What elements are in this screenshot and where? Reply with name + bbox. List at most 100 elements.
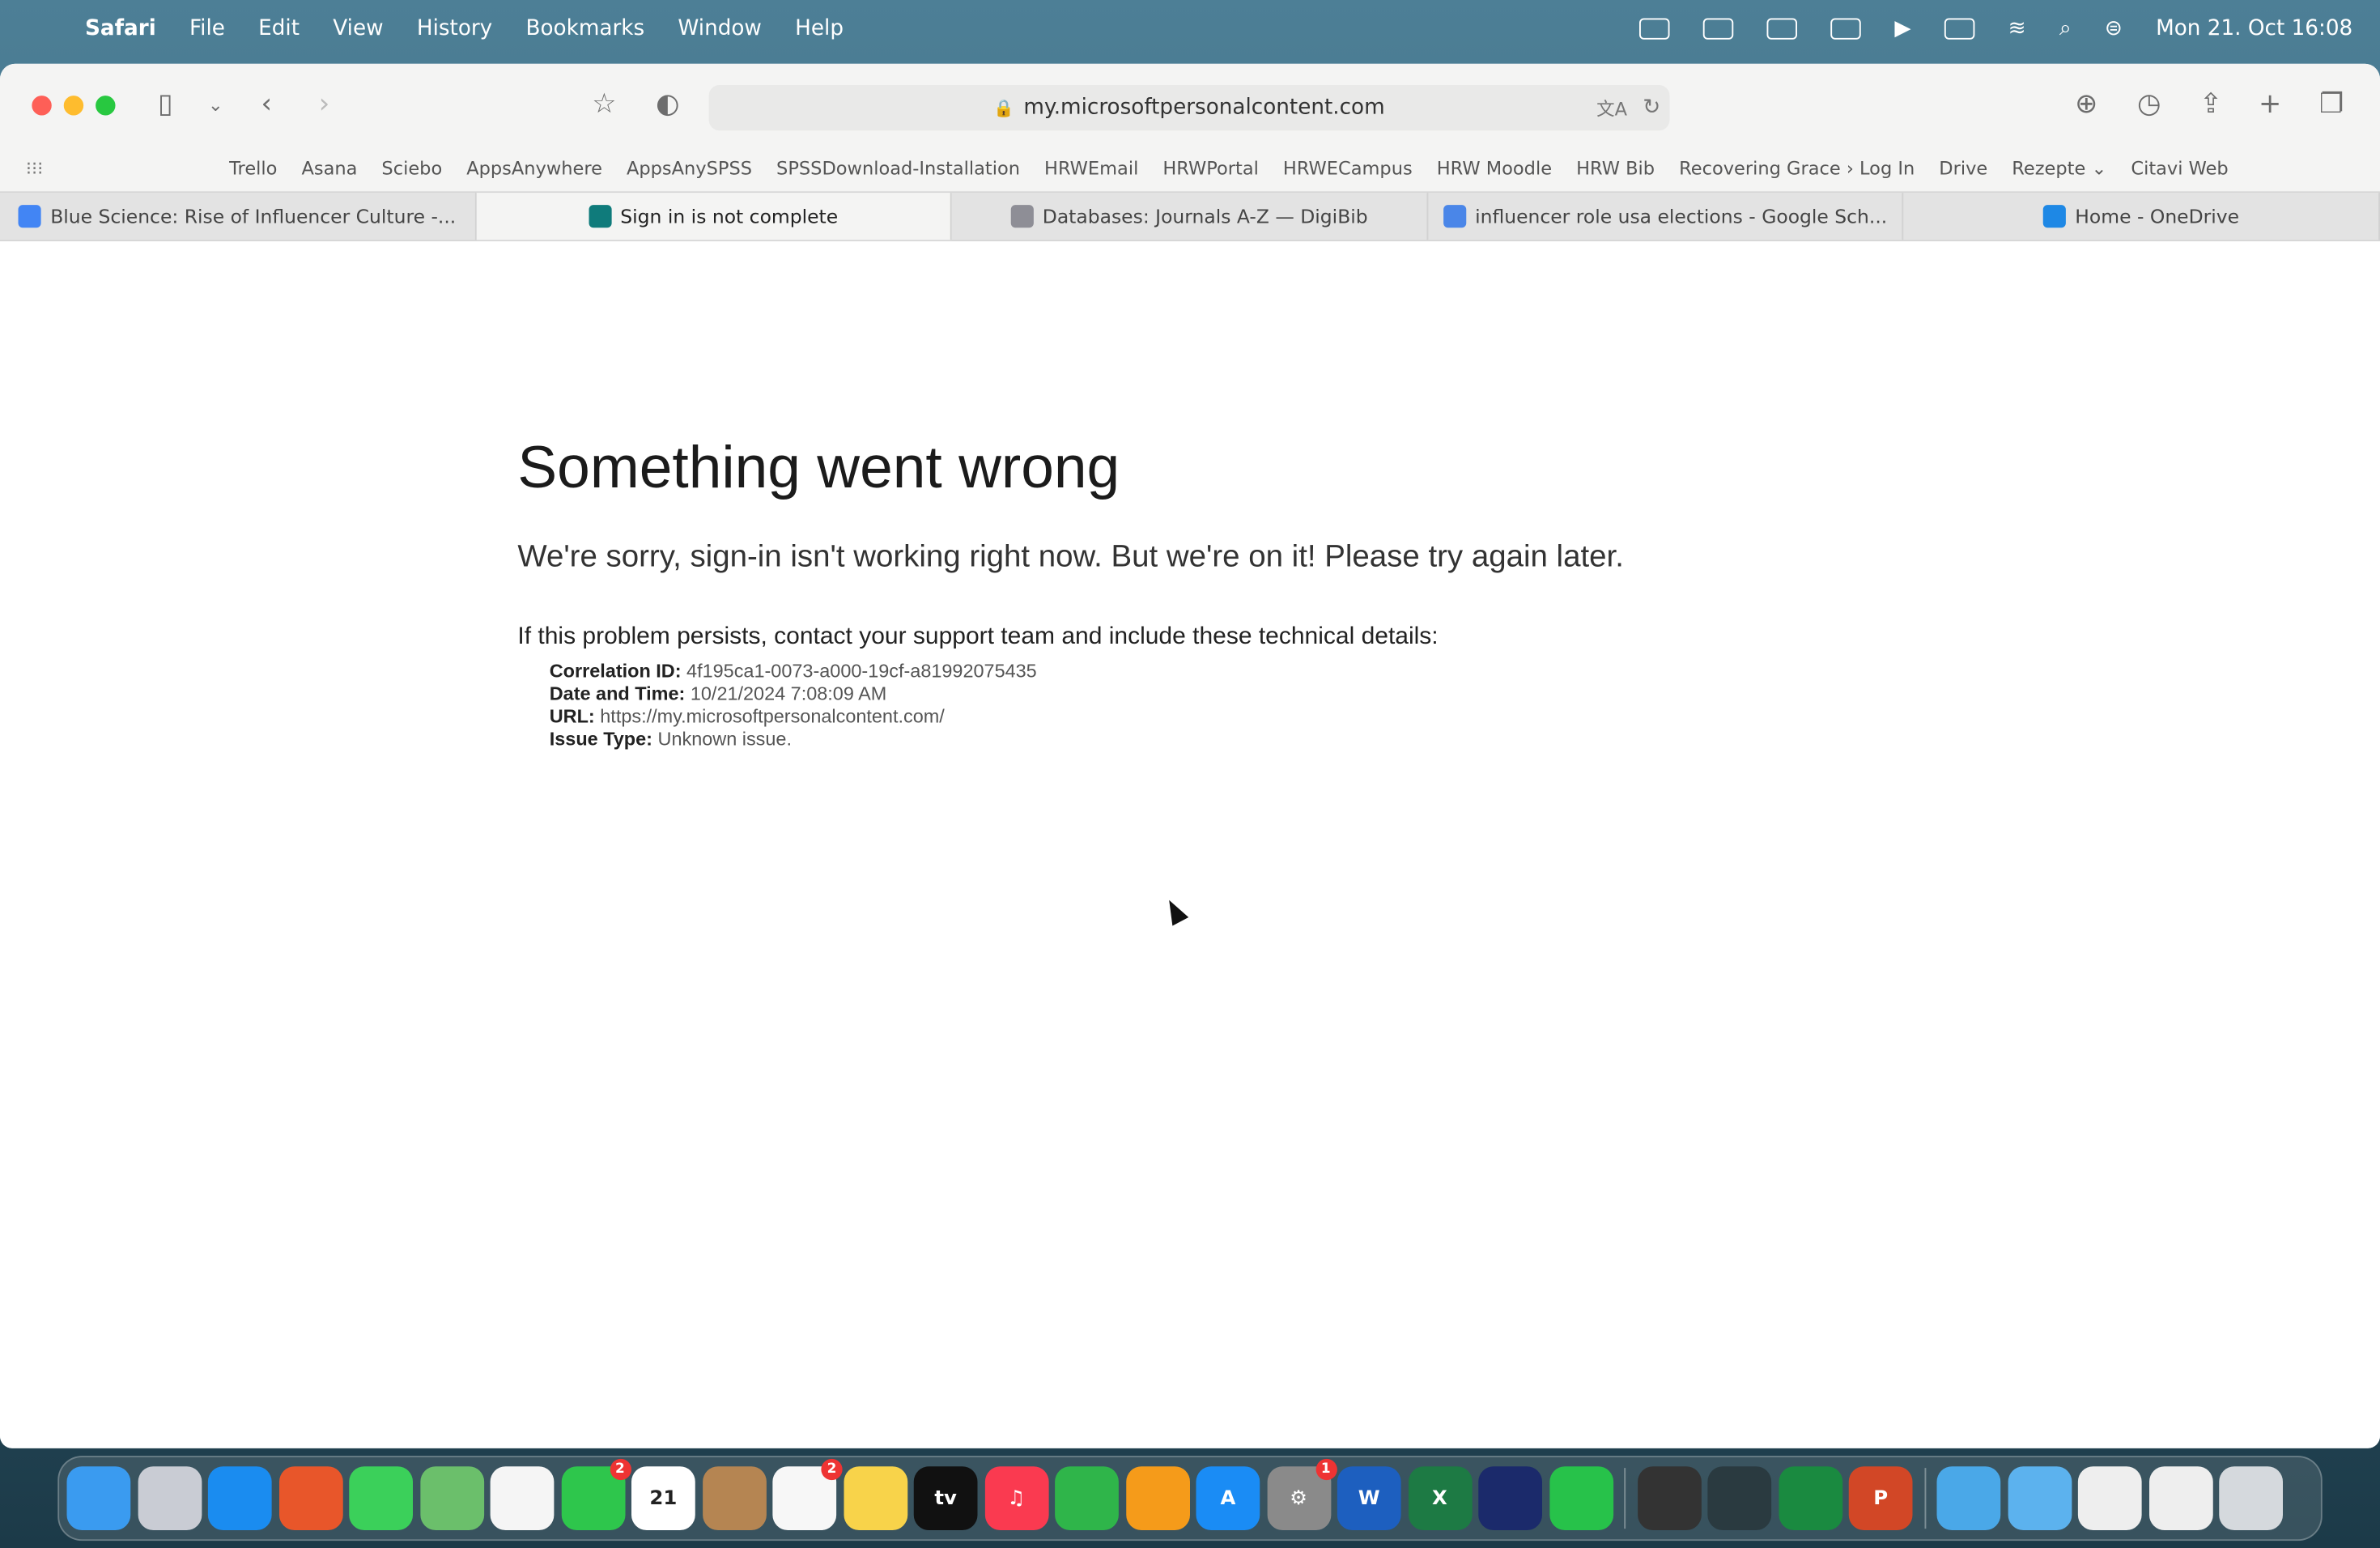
- keychain-icon[interactable]: [1637, 1466, 1701, 1530]
- bookmark-item[interactable]: HRW Bib: [1576, 158, 1655, 179]
- bookmark-item[interactable]: SPSSDownload-Installation: [776, 158, 1020, 179]
- bookmark-item[interactable]: HRWPortal: [1162, 158, 1259, 179]
- bookmark-item[interactable]: HRWECampus: [1283, 158, 1413, 179]
- app-store-icon[interactable]: A: [1196, 1466, 1260, 1530]
- reload-icon[interactable]: ↻: [1643, 96, 1660, 120]
- apple-tv-icon[interactable]: tv: [913, 1466, 978, 1530]
- status-app-icon[interactable]: [1639, 17, 1670, 39]
- facetime-icon[interactable]: 2: [560, 1458, 631, 1530]
- tab-bar: Blue Science: Rise of Influencer Culture…: [0, 191, 2380, 242]
- back-icon[interactable]: ‹: [261, 88, 273, 120]
- bookmark-item[interactable]: Drive: [1939, 158, 1987, 179]
- menu-history[interactable]: History: [417, 16, 492, 40]
- tab[interactable]: influencer role usa elections - Google S…: [1428, 193, 1904, 240]
- trash-icon[interactable]: [2219, 1466, 2283, 1530]
- calendar-icon[interactable]: 21: [631, 1466, 695, 1530]
- bookmark-item[interactable]: AppsAnywhere: [466, 158, 602, 179]
- menu-view[interactable]: View: [333, 16, 383, 40]
- status-app-icon[interactable]: [1703, 17, 1734, 39]
- menu-file[interactable]: File: [189, 16, 225, 40]
- tab-overview-icon[interactable]: ❐: [2319, 88, 2344, 120]
- citavi-icon[interactable]: [1778, 1466, 1842, 1530]
- music-icon[interactable]: ♫: [984, 1466, 1048, 1530]
- spotlight-search-icon[interactable]: ⌕: [2059, 16, 2072, 40]
- bookmark-item[interactable]: AppsAnySPSS: [627, 158, 752, 179]
- detail-label: URL:: [549, 705, 595, 728]
- control-center-icon[interactable]: ⊜: [2105, 16, 2123, 40]
- numbers-icon[interactable]: [1055, 1466, 1119, 1530]
- downloads-icon[interactable]: ⊕: [2075, 88, 2097, 120]
- sidebar-icon[interactable]: ▯: [158, 88, 173, 120]
- menu-bookmarks[interactable]: Bookmarks: [525, 16, 644, 40]
- folder-icon[interactable]: [2007, 1466, 2072, 1530]
- shield-icon[interactable]: ◐: [656, 88, 679, 120]
- minimize-window-button[interactable]: [63, 96, 84, 116]
- bookmark-item[interactable]: Sciebo: [381, 158, 442, 179]
- share-icon[interactable]: ⇪: [2199, 88, 2222, 120]
- detail-value: Unknown issue.: [657, 729, 792, 751]
- star-icon[interactable]: ☆: [592, 88, 616, 120]
- mouse-cursor: [1161, 895, 1189, 926]
- safari-icon[interactable]: [207, 1466, 272, 1530]
- favicon-icon: [2042, 205, 2067, 228]
- chevron-down-icon[interactable]: ⌄: [208, 94, 223, 115]
- photos-icon[interactable]: [490, 1466, 555, 1530]
- downloads-icon[interactable]: [1936, 1466, 2001, 1530]
- powerpoint-icon[interactable]: P: [1848, 1466, 1913, 1530]
- firefox-icon[interactable]: [278, 1466, 342, 1530]
- address-bar[interactable]: 🔒 my.microsoftpersonalcontent.com 文A ↻: [708, 85, 1670, 131]
- close-window-button[interactable]: [32, 96, 52, 116]
- creative-cloud-icon[interactable]: [1830, 17, 1862, 39]
- menu-app-name[interactable]: Safari: [85, 16, 156, 40]
- launchpad-icon[interactable]: [137, 1466, 202, 1530]
- finder-icon[interactable]: [66, 1466, 131, 1530]
- bookmark-item[interactable]: HRW Moodle: [1437, 158, 1552, 179]
- clock[interactable]: Mon 21. Oct 16:08: [2156, 16, 2352, 40]
- messages-icon[interactable]: [349, 1466, 413, 1530]
- menu-window[interactable]: Window: [678, 16, 762, 40]
- detail-label: Issue Type:: [549, 729, 652, 751]
- wifi-icon[interactable]: ≋: [2008, 16, 2026, 40]
- technical-details: Correlation ID: 4f195ca1-0073-a000-19cf-…: [550, 661, 1037, 752]
- pages-icon[interactable]: [1125, 1466, 1190, 1530]
- reminders-icon[interactable]: 2: [772, 1458, 843, 1530]
- tab[interactable]: Blue Science: Rise of Influencer Culture…: [0, 193, 476, 240]
- bookmark-item[interactable]: Trello: [229, 158, 277, 179]
- bookmark-item[interactable]: HRWEmail: [1044, 158, 1138, 179]
- tab[interactable]: Sign in is not complete: [475, 193, 952, 240]
- system-settings-icon[interactable]: ⚙ 1: [1266, 1458, 1337, 1530]
- bookmark-item[interactable]: Citavi Web: [2131, 158, 2228, 179]
- whatsapp-icon[interactable]: [1549, 1466, 1613, 1530]
- tab[interactable]: Home - OneDrive: [1904, 193, 2380, 240]
- menu-edit[interactable]: Edit: [258, 16, 300, 40]
- tab-title: influencer role usa elections - Google S…: [1475, 205, 1888, 228]
- notes-icon[interactable]: [843, 1466, 907, 1530]
- word-icon[interactable]: W: [1337, 1466, 1401, 1530]
- tab[interactable]: Databases: Journals A-Z — DigiBib: [952, 193, 1428, 240]
- history-icon[interactable]: ◷: [2137, 88, 2161, 120]
- app-icon[interactable]: [1707, 1466, 1772, 1530]
- play-icon[interactable]: ▶: [1894, 16, 1910, 40]
- webex-icon[interactable]: [1478, 1466, 1542, 1530]
- error-message: We're sorry, sign-in isn't working right…: [517, 538, 1624, 574]
- dock-label: ⚙: [1290, 1486, 1307, 1510]
- maps-icon[interactable]: [419, 1466, 484, 1530]
- page-content: Something went wrong We're sorry, sign-i…: [0, 241, 2380, 1448]
- translate-icon[interactable]: 文A: [1596, 95, 1627, 121]
- support-note: If this problem persists, contact your s…: [517, 623, 1439, 650]
- battery-icon[interactable]: [1944, 17, 1975, 39]
- bookmark-item[interactable]: Asana: [301, 158, 357, 179]
- excel-icon[interactable]: X: [1408, 1466, 1472, 1530]
- menu-help[interactable]: Help: [795, 16, 844, 40]
- citavi-status-icon[interactable]: [1766, 17, 1798, 39]
- dock-label: W: [1358, 1486, 1380, 1510]
- zoom-window-button[interactable]: [96, 96, 116, 116]
- forward-icon[interactable]: ›: [319, 88, 330, 120]
- window-preview-2-icon[interactable]: [2148, 1466, 2212, 1530]
- bookmark-item[interactable]: Rezepte ⌄: [2012, 158, 2106, 179]
- apps-grid-icon[interactable]: ⁝⁝⁝: [26, 158, 43, 179]
- contacts-icon[interactable]: [702, 1466, 766, 1530]
- new-tab-icon[interactable]: +: [2259, 88, 2281, 120]
- bookmark-item[interactable]: Recovering Grace › Log In: [1679, 158, 1915, 179]
- window-preview-icon[interactable]: [2077, 1466, 2142, 1530]
